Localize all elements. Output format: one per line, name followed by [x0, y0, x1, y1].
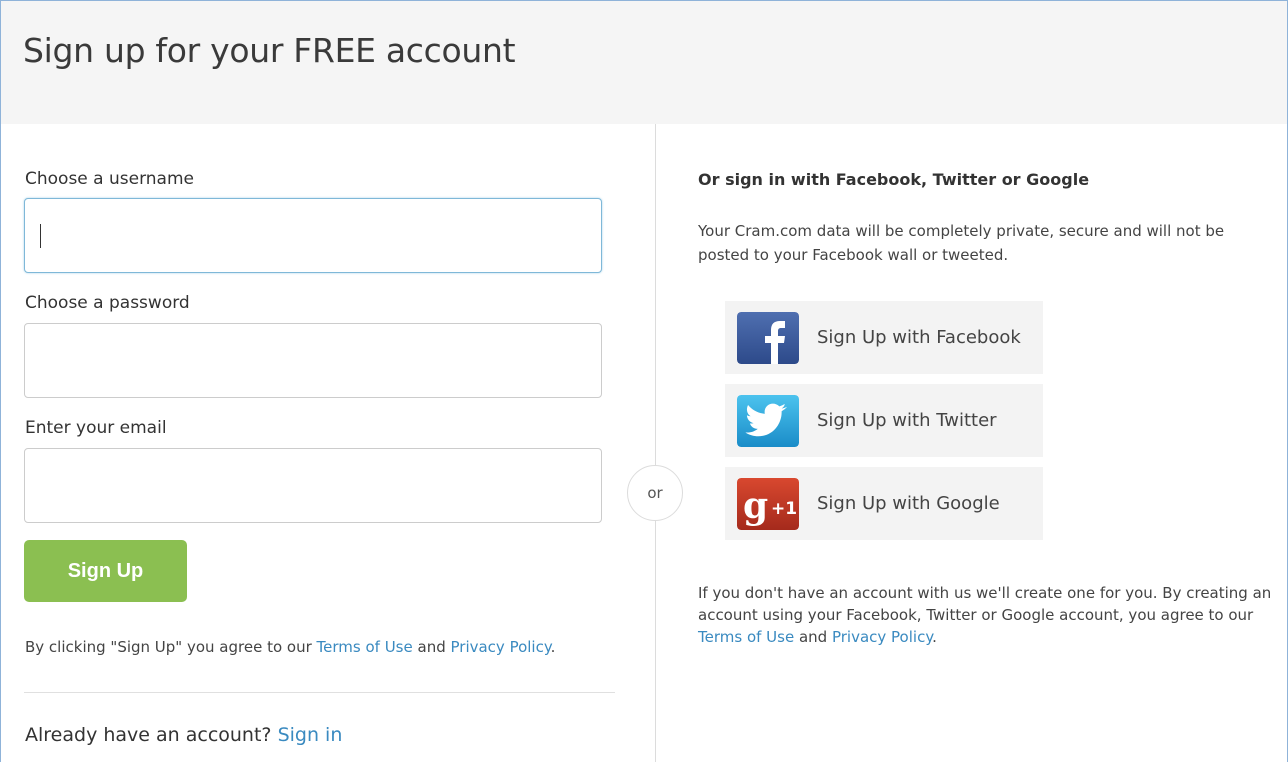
svg-text:+1: +1 [771, 499, 797, 519]
google-plus-one-icon: g +1 [737, 478, 799, 530]
email-field-wrapper [24, 448, 602, 523]
social-signin-title: Or sign in with Facebook, Twitter or Goo… [698, 170, 1090, 189]
agree-suffix-text: . [550, 638, 556, 656]
privacy-note: Your Cram.com data will be completely pr… [698, 222, 1225, 264]
facebook-signup-label: Sign Up with Facebook [817, 327, 1021, 348]
google-signup-button[interactable]: g +1 Sign Up with Google [725, 467, 1043, 540]
note-and-text: and [794, 628, 832, 646]
privacy-policy-link[interactable]: Privacy Policy [451, 638, 551, 656]
agree-prefix-text: By clicking "Sign Up" you agree to our [25, 638, 317, 656]
text-caret [40, 224, 41, 248]
note-prefix-text: If you don't have an account with us we'… [698, 584, 1272, 624]
social-terms-of-use-link[interactable]: Terms of Use [698, 628, 794, 646]
password-field-wrapper [24, 323, 602, 398]
terms-agreement: By clicking "Sign Up" you agree to our T… [25, 638, 555, 656]
page-title: Sign up for your FREE account [23, 31, 516, 70]
svg-text:g: g [743, 485, 768, 527]
page-header: Sign up for your FREE account [1, 1, 1287, 124]
twitter-signup-button[interactable]: Sign Up with Twitter [725, 384, 1043, 457]
signin-link[interactable]: Sign in [278, 724, 343, 746]
facebook-signup-button[interactable]: Sign Up with Facebook [725, 301, 1043, 374]
username-label: Choose a username [25, 169, 194, 189]
or-separator: or [627, 465, 683, 521]
google-signup-label: Sign Up with Google [817, 493, 1000, 514]
username-input[interactable] [25, 199, 601, 272]
section-divider [24, 692, 615, 693]
username-field-wrapper [24, 198, 602, 273]
password-label: Choose a password [25, 293, 190, 313]
note-suffix-text: . [932, 628, 937, 646]
signin-prompt-text: Already have an account? [25, 724, 278, 746]
social-privacy-policy-link[interactable]: Privacy Policy [832, 628, 932, 646]
twitter-icon [737, 395, 799, 447]
password-input[interactable] [25, 324, 601, 397]
terms-of-use-link[interactable]: Terms of Use [317, 638, 413, 656]
email-label: Enter your email [25, 418, 167, 438]
email-input[interactable] [25, 449, 601, 522]
signup-button[interactable]: Sign Up [24, 540, 187, 602]
vertical-divider [655, 124, 656, 762]
account-creation-note: If you don't have an account with us we'… [698, 582, 1273, 648]
agree-and-text: and [412, 638, 451, 656]
signin-prompt: Already have an account? Sign in [25, 724, 342, 746]
signup-page: Sign up for your FREE account Choose a u… [0, 0, 1288, 762]
facebook-icon [737, 312, 799, 364]
twitter-signup-label: Sign Up with Twitter [817, 410, 997, 431]
